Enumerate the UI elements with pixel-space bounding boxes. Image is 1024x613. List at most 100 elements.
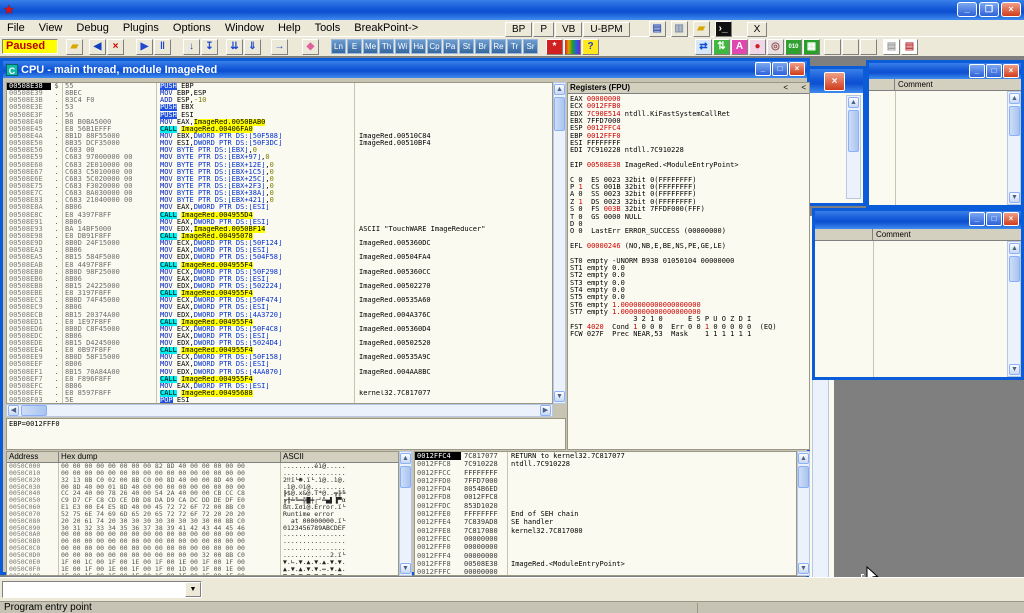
minimize-icon[interactable]: _ [969, 212, 985, 226]
disasm-row[interactable]: 00508F03.5EPOP ESI [7, 397, 552, 404]
menu-item-debug[interactable]: Debug [69, 21, 115, 35]
scroll-up-icon[interactable]: ▲ [1009, 93, 1020, 104]
disasm-row[interactable]: 00508E56.C603 00MOV BYTE PTR DS:[EBX],0 [7, 147, 552, 154]
register-line[interactable]: EIP 00508E38 ImageRed.<ModuleEntryPoint> [570, 162, 809, 169]
register-line[interactable]: EDI 7C910228 ntdll.7C910228 [570, 147, 809, 154]
toolbar-pane-button-ln[interactable]: Ln [331, 39, 346, 54]
empty-slot[interactable] [842, 39, 859, 55]
stack-row[interactable]: 0012FFF000000000 [415, 543, 796, 551]
disasm-row[interactable]: 00508E3B.83C4 F0ADD ESP,-10 [7, 97, 552, 104]
appearance-icon[interactable] [564, 39, 581, 55]
menu-item-view[interactable]: View [32, 21, 70, 35]
toolbar-pane-button-re[interactable]: Re [491, 39, 506, 54]
window-grid-icon[interactable]: ▦ [803, 39, 820, 55]
combo-dropdown-icon[interactable]: ▼ [185, 582, 201, 597]
close-icon[interactable]: × [789, 62, 805, 76]
disasm-row[interactable]: 00508EDE.8B15 D4245000MOV EDX,DWORD PTR … [7, 340, 552, 347]
help-icon[interactable]: ? [582, 39, 599, 55]
scroll-thumb[interactable] [400, 466, 411, 488]
menu-item-tools[interactable]: Tools [308, 21, 348, 35]
stack-row[interactable]: 0012FFE87C817080kernel32.7C817080 [415, 527, 796, 535]
column-header-blank[interactable] [815, 229, 873, 240]
spiral-icon[interactable]: ◎ [767, 39, 784, 55]
menu-item-file[interactable]: File [0, 21, 32, 35]
maximize-icon[interactable]: □ [986, 212, 1002, 226]
dump-row[interactable]: 0050C02032 13 8B C0 02 00 8B C0 00 8D 40… [7, 477, 398, 484]
report-marks-icon[interactable]: ▤ [901, 39, 918, 55]
minimize-icon[interactable]: _ [969, 64, 985, 78]
comment-window-middle-titlebar[interactable]: _ □ × [815, 211, 1021, 229]
disasm-row[interactable]: 00508ED1.E8 1E97F8FFCALL ImageRed.004955… [7, 319, 552, 326]
comment-window-middle-scrollbar[interactable]: ▲ ▼ [1007, 241, 1021, 377]
scroll-thumb[interactable] [798, 466, 809, 488]
toolbar-pane-button-e[interactable]: E [347, 39, 362, 54]
column-header-blank[interactable] [869, 79, 895, 90]
stack-row[interactable]: 0012FFE47C839AD8SE handler [415, 518, 796, 526]
menu-toolbar-close-button[interactable]: X [747, 22, 768, 37]
stack-vscrollbar[interactable]: ▲ ▼ [797, 451, 810, 576]
dump-vscrollbar[interactable]: ▲ ▼ [399, 451, 412, 576]
run-icon[interactable]: ▶ [136, 39, 153, 55]
binary-icon[interactable]: 010 [785, 39, 802, 55]
restore-button[interactable]: ❐ [979, 2, 999, 17]
open-file-icon[interactable]: ▰ [66, 39, 83, 55]
disasm-row[interactable]: 00508EE4.E8 0B97F8FFCALL ImageRed.004955… [7, 347, 552, 354]
disasm-row[interactable]: 00508EFC.8B06MOV EAX,DWORD PTR DS:[ESI] [7, 383, 552, 390]
dump-row[interactable]: 0050C0F01E 00 1F 00 1E 00 1F 00 1F 00 1D… [7, 566, 398, 573]
minimize-icon[interactable]: _ [755, 62, 771, 76]
empty-slot[interactable] [860, 39, 877, 55]
close-button[interactable]: × [1001, 2, 1021, 17]
menu-item-breakpoint[interactable]: BreakPoint-> [347, 21, 425, 35]
command-combobox[interactable]: ▼ [2, 581, 202, 598]
step-into-icon[interactable]: ↓ [183, 39, 200, 55]
toolbar-pane-button-tr[interactable]: Tr [507, 39, 522, 54]
scroll-thumb[interactable] [848, 110, 859, 152]
info-pane[interactable]: EBP=0012FFF0 [6, 418, 566, 450]
scroll-down-icon[interactable]: ▼ [798, 563, 809, 574]
comment-window-top-scrollbar[interactable]: ▲ ▼ [1007, 91, 1021, 205]
restart-icon[interactable]: ◀ [89, 39, 106, 55]
log-icon[interactable]: ▥ [671, 21, 688, 37]
dump-row[interactable]: 0050C07052 75 6E 74 69 6D 65 20 65 72 72… [7, 511, 398, 518]
dump-row[interactable]: 0050C1001F 00 1F 00 1F 00 1F 00 1F 00 1F… [7, 573, 398, 577]
record-icon[interactable]: ● [749, 39, 766, 55]
assembler-icon[interactable]: A [731, 39, 748, 55]
step-over-icon[interactable]: ↧ [201, 39, 218, 55]
disasm-row[interactable]: 00508E60.C683 2E010000 00MOV BYTE PTR DS… [7, 162, 552, 169]
toolbar-pane-button-th[interactable]: Th [379, 39, 394, 54]
stack-row[interactable]: 0012FFC87C910228ntdll.7C910228 [415, 460, 796, 468]
dump-row[interactable]: 0050C0D000 00 00 00 00 00 00 00 00 00 00… [7, 552, 398, 559]
scroll-thumb[interactable] [1009, 106, 1020, 136]
dump-row[interactable]: 0050C0C000 00 00 00 00 00 00 00 00 00 00… [7, 545, 398, 552]
disasm-row[interactable]: 00508EE9.8B0D 58F15000MOV ECX,DWORD PTR … [7, 354, 552, 361]
pause-icon[interactable]: ‖ [154, 39, 171, 55]
scroll-left-icon[interactable]: ◀ [8, 405, 19, 416]
toolbar-pane-button-st[interactable]: St [459, 39, 474, 54]
dump-row[interactable]: 0050C060E1 E3 00 E4 E5 8D 40 00 45 72 72… [7, 504, 398, 511]
stack-row[interactable]: 0012FFFC00000000 [415, 568, 796, 576]
disasm-row[interactable]: 00508E4A.8B1D 88F55000MOV EBX,DWORD PTR … [7, 133, 552, 140]
close-icon[interactable]: × [1003, 212, 1019, 226]
go-to-address-icon[interactable]: ◆ [302, 39, 319, 55]
stack-row[interactable]: 0012FFF400000000 [415, 552, 796, 560]
toolbar-pane-button-ha[interactable]: Ha [411, 39, 426, 54]
register-line[interactable]: EFL 00000246 (NO,NB,E,BE,NS,PE,GE,LE) [570, 243, 809, 250]
execute-till-return-icon[interactable]: → [271, 39, 288, 55]
disassembly-pane[interactable]: 00508E38$55PUSH EBP00508E39.8BECMOV EBP,… [6, 82, 553, 404]
dump-row[interactable]: 0050C0A000 00 00 00 00 00 00 00 00 00 00… [7, 531, 398, 538]
maximize-icon[interactable]: □ [772, 62, 788, 76]
column-header-comment[interactable]: Comment [895, 79, 933, 90]
cpu-window-titlebar[interactable]: C CPU - main thread, module ImageRed _ □… [3, 61, 807, 78]
disasm-row[interactable]: 00508EBE.E8 3197F8FFCALL ImageRed.004955… [7, 290, 552, 297]
dump-row[interactable]: 0050C040CC 24 40 00 78 26 40 00 54 2A 40… [7, 490, 398, 497]
animate-into-icon[interactable]: ⇊ [226, 39, 243, 55]
scroll-thumb[interactable] [1009, 256, 1020, 282]
disasm-row[interactable]: 00508EFE.E8 8597F8FFCALL ImageRed.004956… [7, 390, 552, 397]
disasm-row[interactable]: 00508E40.B8 B0BA5000MOV EAX,ImageRed.005… [7, 119, 552, 126]
toolbar-pane-button-pa[interactable]: Pa [443, 39, 458, 54]
background-window-close-icon[interactable]: × [824, 72, 845, 91]
background-window-scrollbar[interactable]: ▲ [846, 95, 861, 199]
close-icon[interactable]: × [1003, 64, 1019, 78]
cpu-window[interactable]: C CPU - main thread, module ImageRed _ □… [0, 58, 810, 575]
dump-row[interactable]: 0050C01000 00 00 00 00 00 00 00 00 00 00… [7, 470, 398, 477]
